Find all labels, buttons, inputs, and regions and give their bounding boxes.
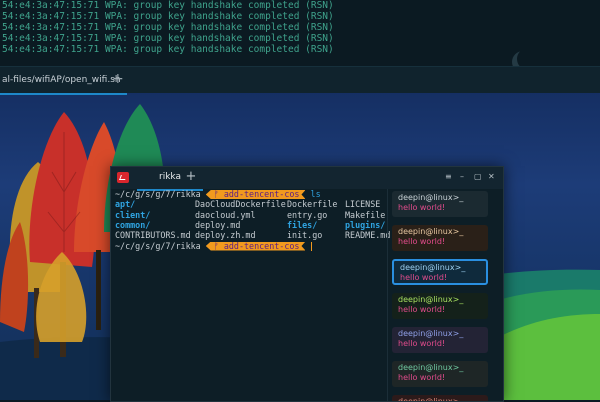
ls-entry: README.md [345, 230, 391, 241]
ls-entry: entry.go [287, 209, 328, 220]
tab-open-wifi[interactable]: al-files/wifiAP/open_wifi.sh [0, 67, 127, 95]
ls-entry: CONTRIBUTORS.md [115, 230, 191, 241]
theme-card-prompt: deepin@linux>_ [398, 329, 464, 338]
theme-card-output: hello world! [400, 273, 448, 282]
maximize-icon[interactable]: ▢ [474, 172, 482, 182]
prompt-line: ~/c/g/s/g/7/rikka ᚠ add-tencent-cos [115, 241, 312, 251]
ls-entry: Dockerfile [287, 199, 338, 210]
git-branch-segment: ᚠ add-tencent-cos [206, 242, 306, 251]
command: ls [310, 189, 321, 199]
ls-entry: files/ [287, 219, 318, 230]
theme-card[interactable]: deepin@linux>_hello world! [392, 395, 488, 401]
terminal-app-icon [117, 172, 129, 183]
title-bar: rikka + ≡ – ▢ ✕ [111, 167, 503, 191]
prompt-path: ~/c/g/s/g/7/rikka [115, 189, 201, 199]
theme-panel: deepin@linux>_ hello world! deepin@linux>_… [389, 189, 503, 401]
background-terminal: 54:e4:3a:47:15:71 WPA: group key handsha… [0, 0, 600, 66]
ls-entry: LICENSE [345, 199, 381, 210]
theme-card[interactable]: deepin@linux>_hello world! [392, 293, 488, 319]
theme-card-output: hello world! [398, 305, 446, 314]
theme-card-prompt: deepin@linux>_ [400, 263, 466, 272]
log-line: 54:e4:3a:47:15:71 WPA: group key handsha… [2, 33, 334, 44]
prompt-path: ~/c/g/s/g/7/rikka [115, 240, 201, 251]
theme-card[interactable]: deepin@linux>_hello world! [392, 361, 488, 387]
theme-card-output: hello world! [398, 339, 446, 348]
ls-entry: init.go [287, 230, 323, 241]
git-branch: add-tencent-cos [223, 240, 300, 251]
theme-card[interactable]: deepin@linux>_hello world! [392, 327, 488, 353]
terminal-window: rikka + ≡ – ▢ ✕ ~/c/g/s/g/7/rikka ᚠ add-… [110, 166, 504, 402]
theme-card-output: hello world! [398, 373, 446, 382]
menu-icon[interactable]: ≡ [445, 172, 452, 182]
ls-entry: daocloud.yml [195, 209, 256, 220]
ls-entry: apt/ [115, 199, 136, 210]
log-line: 54:e4:3a:47:15:71 WPA: group key handsha… [2, 11, 334, 22]
minimize-icon[interactable]: – [460, 172, 464, 182]
theme-card[interactable]: deepin@linux>_hello world! [392, 191, 488, 217]
theme-card-prompt: deepin@linux>_ [398, 295, 464, 304]
ls-entry: DaoCloudDockerfile [195, 199, 286, 210]
text-cursor [310, 241, 312, 251]
git-branch: add-tencent-cos [223, 189, 300, 199]
ls-entry: deploy.md [195, 219, 241, 230]
ls-entry: deploy.zh.md [195, 230, 256, 241]
prompt-line: ~/c/g/s/g/7/rikka ᚠ add-tencent-cos ls [115, 189, 321, 199]
theme-card[interactable]: deepin@linux>_hello world! [392, 259, 488, 285]
theme-card-prompt: deepin@linux>_ [398, 193, 464, 202]
git-branch-segment: ᚠ add-tencent-cos [206, 190, 306, 199]
log-line: 54:e4:3a:47:15:71 WPA: group key handsha… [2, 22, 334, 33]
theme-card-output: hello world! [398, 203, 446, 212]
terminal-output[interactable]: ~/c/g/s/g/7/rikka ᚠ add-tencent-cos ls a… [111, 189, 391, 401]
theme-card[interactable]: deepin@linux>_hello world! [392, 225, 488, 251]
ls-entry: plugins/ [345, 219, 386, 230]
ls-entry: client/ [115, 209, 151, 220]
theme-card-prompt: deepin@linux>_ [398, 363, 464, 372]
theme-card-prompt: deepin@linux>_ [398, 227, 464, 236]
ls-entry: common/ [115, 219, 151, 230]
log-line: 54:e4:3a:47:15:71 WPA: group key handsha… [2, 0, 334, 11]
panel-divider [387, 189, 388, 401]
add-tab-icon[interactable]: + [112, 72, 124, 86]
theme-card-output: hello world! [398, 237, 446, 246]
close-icon[interactable]: ✕ [488, 172, 495, 182]
add-tab-button[interactable]: + [183, 170, 199, 184]
ls-entry: Makefile [345, 209, 386, 220]
background-tab-bar: al-files/wifiAP/open_wifi.sh + [0, 66, 600, 95]
log-line: 54:e4:3a:47:15:71 WPA: group key handsha… [2, 44, 334, 55]
